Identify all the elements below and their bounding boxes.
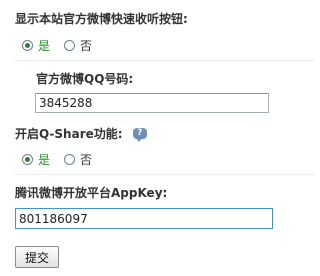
qq-number-label: 官方微博QQ号码: [36,72,134,86]
appkey-label: 腾讯微博开放平台AppKey: [15,186,168,200]
qshare-yes-option[interactable]: 是 [22,151,50,168]
qshare-yes-text: 是 [38,153,51,167]
appkey-input[interactable] [15,208,273,229]
qshare-yes-radio[interactable] [22,154,33,165]
show-follow-button-label: 显示本站官方微博快速收听按钮: [15,12,188,26]
qshare-no-radio[interactable] [64,154,76,165]
show-follow-no-option[interactable]: 否 [64,37,92,54]
qshare-label-row: 开启Q-Share功能: ? [15,125,147,142]
qq-number-input[interactable] [35,93,269,113]
show-follow-yes-text: 是 [38,39,51,53]
qshare-no-option[interactable]: 否 [64,151,92,168]
show-follow-no-text: 否 [80,39,93,53]
divider [14,174,315,175]
qshare-no-text: 否 [80,153,93,167]
show-follow-button-options: 是 否 [22,37,106,54]
submit-button[interactable]: 提交 [15,246,59,268]
show-follow-yes-option[interactable]: 是 [22,37,50,54]
help-bubble-icon[interactable]: ? [132,128,147,142]
qshare-label: 开启Q-Share功能: [15,127,123,141]
show-follow-yes-radio[interactable] [22,40,33,51]
qshare-options: 是 否 [22,151,106,168]
divider [14,60,315,61]
help-glyph: ? [137,128,143,138]
show-follow-no-radio[interactable] [64,40,76,51]
